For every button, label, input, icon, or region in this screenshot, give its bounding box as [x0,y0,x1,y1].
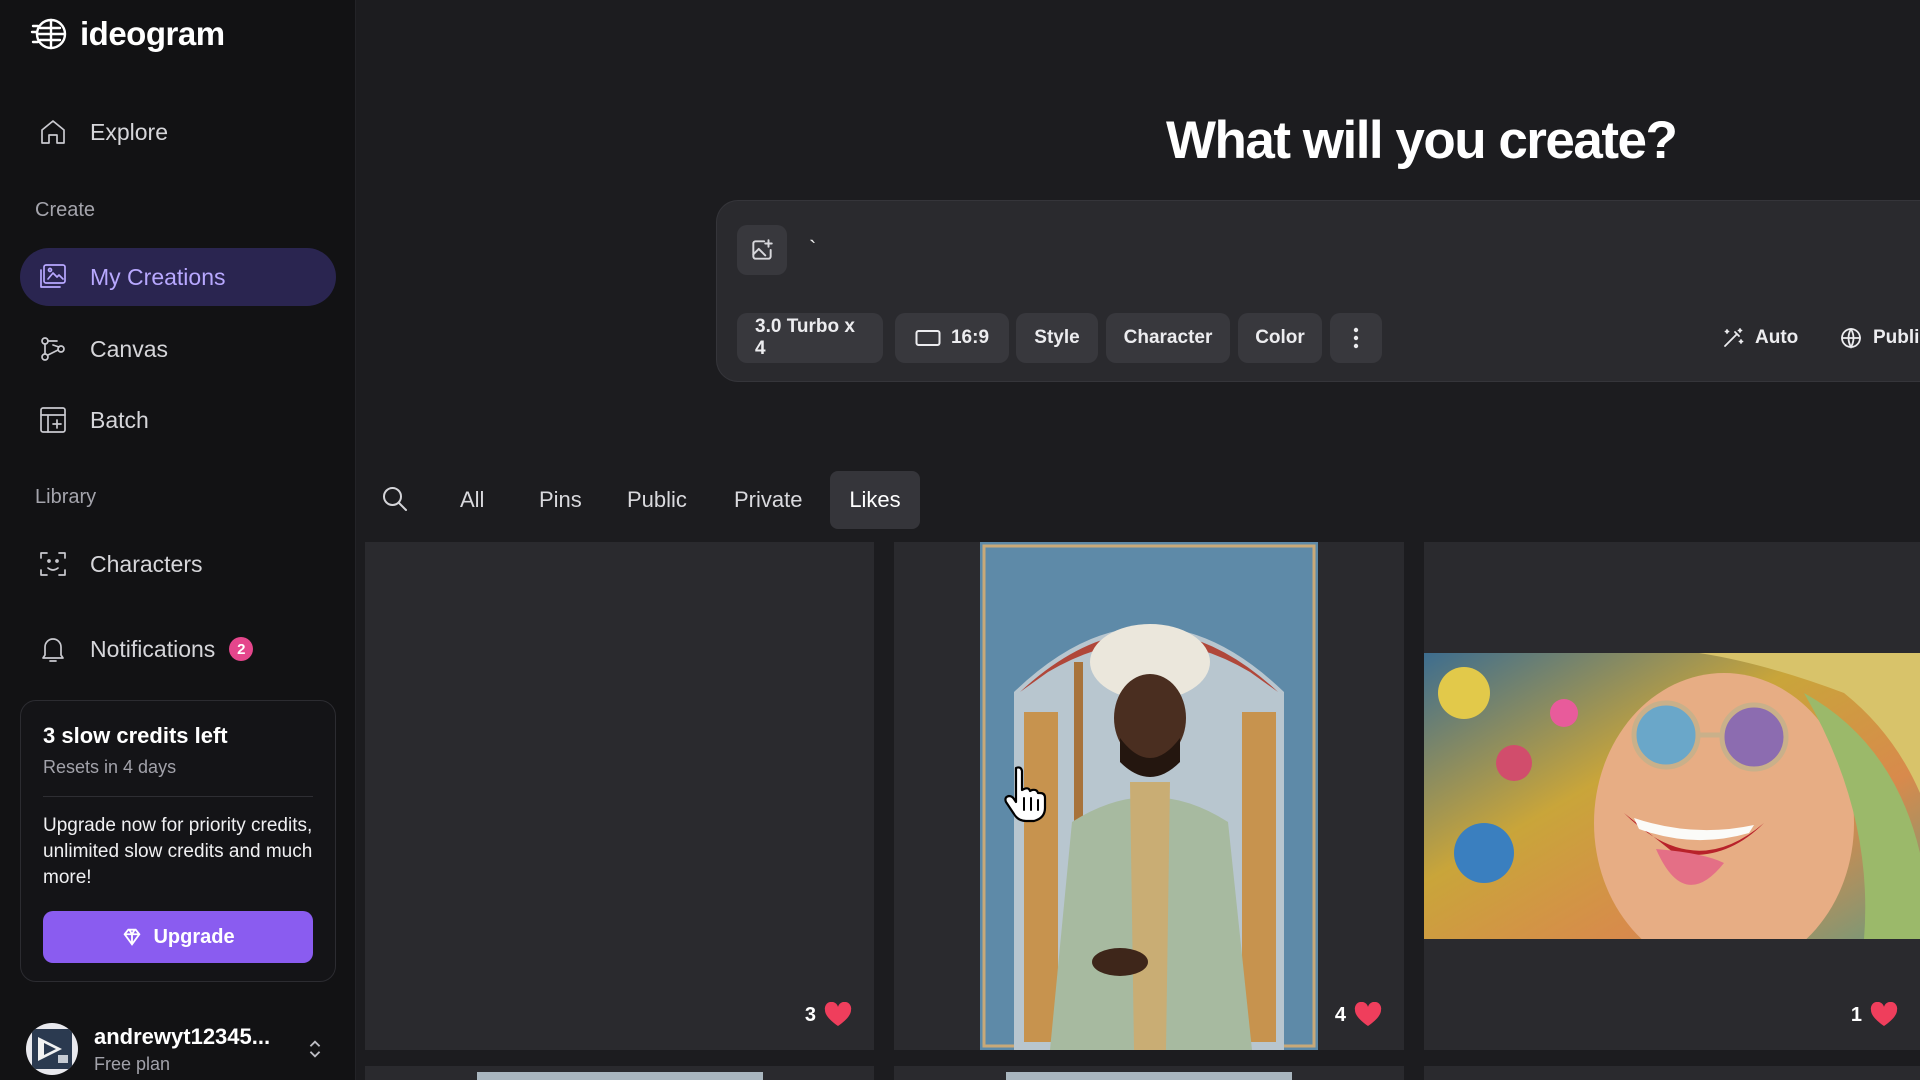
face-scan-icon [36,547,70,581]
create-section-label: Create [35,199,96,221]
nav-canvas[interactable]: Canvas [20,320,336,378]
woman-sunglasses-artwork-image [1424,653,1920,939]
magic-prompt-label: Auto [1755,327,1799,348]
nav-my-creations[interactable]: My Creations [20,248,336,306]
more-options-button[interactable] [1330,313,1382,363]
avatar [26,1023,78,1075]
ideogram-logo-icon [30,18,67,50]
likes-counter: 3 [805,1002,852,1028]
more-vertical-icon [1353,327,1359,349]
thumbnail-strip [1006,1072,1292,1080]
aspect-ratio-icon [915,330,941,346]
upgrade-button[interactable]: Upgrade [43,911,313,963]
nav-characters-label: Characters [90,550,203,577]
library-section-label: Library [35,486,97,508]
model-selector[interactable]: 3.0 Turbo x 4 [737,313,883,363]
nav-batch[interactable]: Batch [20,391,336,449]
gallery-icon [36,260,70,294]
style-selector-label: Style [1034,327,1080,348]
heart-icon [824,1002,852,1026]
tab-all[interactable]: All [442,471,502,529]
gallery-card-2[interactable]: 4 [894,542,1404,1050]
avatar-image-icon [32,1029,72,1069]
upgrade-button-label: Upgrade [153,925,235,948]
aspect-ratio-label: 16:9 [950,327,990,348]
credits-message: Upgrade now for priority credits, unlimi… [43,815,313,888]
image-upload-button[interactable] [737,225,787,275]
tab-likes[interactable]: Likes [830,471,920,529]
thumbnail-strip [477,1072,763,1080]
likes-count: 1 [1850,1003,1862,1026]
heart-icon [1354,1002,1382,1026]
search-button[interactable] [380,484,412,516]
credits-card: 3 slow credits left Resets in 4 days Upg… [20,700,336,982]
gallery-card-3[interactable]: 1 [1424,542,1920,1050]
page-headline: What will you create? [1166,111,1678,170]
style-selector[interactable]: Style [1016,313,1098,363]
prompt-composer: 3.0 Turbo x 4 16:9 Style Character Color… [716,200,1920,382]
likes-counter: 1 [1851,1002,1898,1028]
color-selector-label: Color [1255,327,1305,348]
likes-count: 3 [804,1003,816,1026]
prompt-input[interactable] [809,227,1809,271]
app-root: ideogram Explore Create My Creations Can… [0,0,1920,1080]
batch-icon [36,403,70,437]
character-selector[interactable]: Character [1106,313,1230,363]
nav-my-creations-label: My Creations [90,263,226,290]
portrait-artwork-image [980,542,1318,1050]
user-plan: Free plan [94,1053,171,1074]
magic-prompt-toggle[interactable]: Auto [1721,313,1798,363]
user-name: andrewyt12345... [94,1023,271,1049]
credits-divider [43,796,313,797]
gallery-card-1[interactable]: 3 [365,542,874,1050]
search-icon [383,487,407,511]
aspect-ratio-selector[interactable]: 16:9 [895,313,1009,363]
tab-private[interactable]: Private [716,471,820,529]
color-selector[interactable]: Color [1238,313,1322,363]
nav-characters[interactable]: Characters [20,535,336,593]
user-account-switcher[interactable]: andrewyt12345... Free plan [26,1018,326,1080]
likes-counter: 4 [1335,1002,1382,1028]
diamond-icon [123,928,141,946]
notifications-badge: 2 [229,637,254,661]
gallery-card-6[interactable] [1424,1066,1920,1080]
magic-wand-icon [1724,328,1744,347]
visibility-toggle[interactable]: Public [1839,313,1920,363]
visibility-label: Public [1873,327,1920,348]
heart-icon [1870,1002,1898,1026]
gallery-card-4[interactable] [365,1066,874,1080]
brand-logo[interactable]: ideogram [30,14,225,54]
character-selector-label: Character [1123,327,1213,348]
model-selector-label: 3.0 Turbo x 4 [755,316,855,359]
gallery-card-5[interactable] [894,1066,1404,1080]
sidebar: ideogram Explore Create My Creations Can… [0,0,356,1080]
nav-notifications-label: Notifications [90,635,216,662]
likes-count: 4 [1334,1003,1346,1026]
bell-icon [36,632,70,666]
nav-notifications[interactable]: Notifications 2 [20,620,336,678]
brand-name: ideogram [80,15,225,52]
canvas-icon [36,332,70,366]
image-add-icon [752,239,773,260]
expand-collapse-icon [304,1038,326,1060]
tab-pins[interactable]: Pins [521,471,600,529]
nav-explore[interactable]: Explore [20,103,336,161]
nav-canvas-label: Canvas [90,335,168,362]
nav-explore-label: Explore [90,118,168,145]
credits-title: 3 slow credits left [43,723,228,748]
nav-batch-label: Batch [90,406,149,433]
home-icon [36,115,70,149]
globe-icon [1841,328,1861,349]
credits-reset-text: Resets in 4 days [43,757,177,777]
tab-public[interactable]: Public [609,471,705,529]
